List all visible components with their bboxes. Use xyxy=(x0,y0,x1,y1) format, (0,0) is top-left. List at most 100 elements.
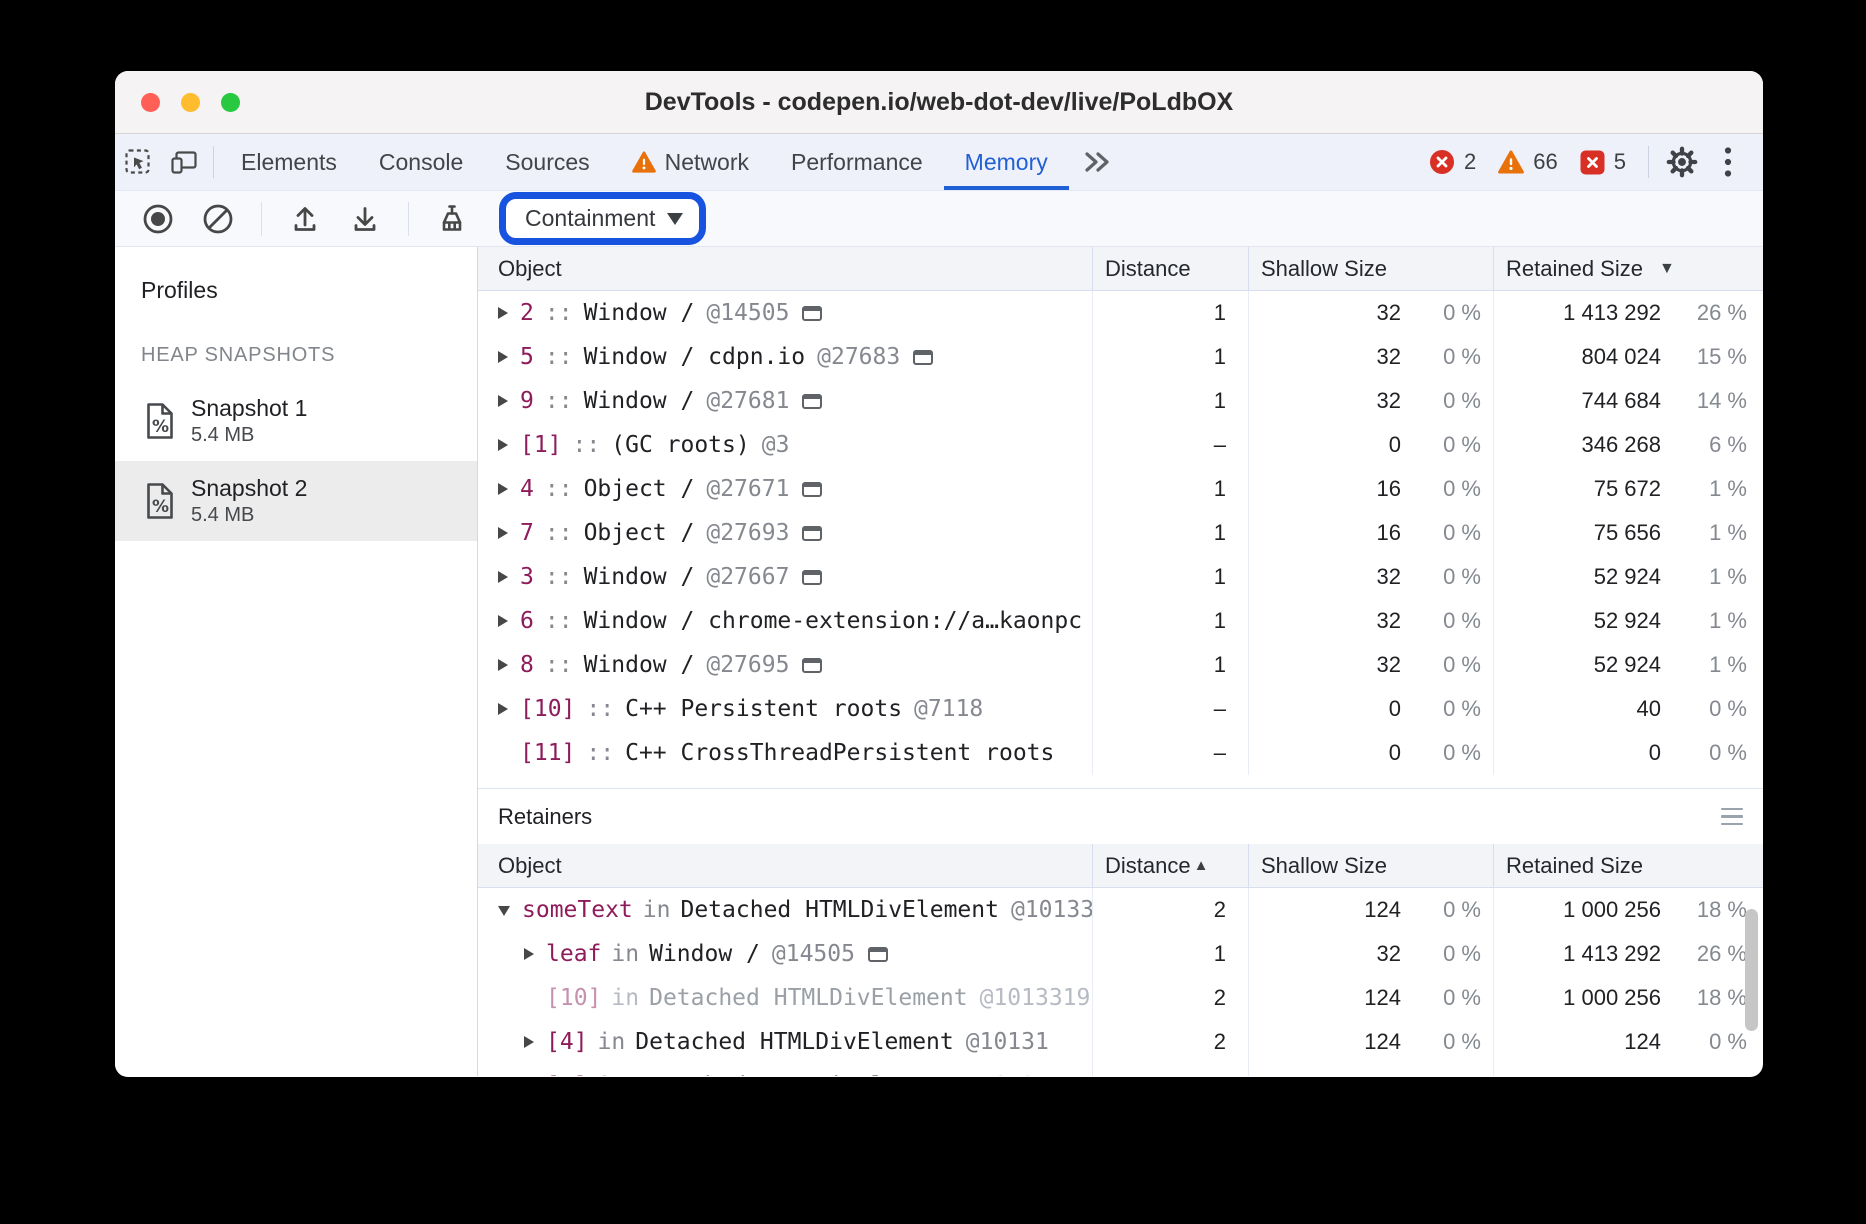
expand-icon[interactable] xyxy=(498,307,508,319)
window-icon[interactable] xyxy=(802,570,822,585)
distance-cell: 1 xyxy=(1092,932,1248,976)
shallow-bytes: 124 xyxy=(1249,985,1401,1011)
device-toolbar-button[interactable] xyxy=(161,134,207,190)
expand-icon[interactable] xyxy=(498,395,508,407)
table-row[interactable]: [4]inDetached HTMLDivElement@1013121240 … xyxy=(478,1020,1763,1064)
column-header-object[interactable]: Object xyxy=(478,247,1092,290)
close-window-button[interactable] xyxy=(141,93,160,112)
collapse-icon[interactable] xyxy=(498,906,510,916)
warning-badge[interactable]: 66 xyxy=(1498,149,1557,175)
table-row[interactable]: 2::Window /@145051320 %1 413 29226 % xyxy=(478,291,1763,335)
retained-percent: 0 % xyxy=(1661,1029,1763,1055)
table-row[interactable]: 6::Window / chrome-extension://a…kaonpc1… xyxy=(478,599,1763,643)
window-icon[interactable] xyxy=(802,482,822,497)
table-row[interactable]: [10]inDetached HTMLDivElement@1013319212… xyxy=(478,976,1763,1020)
tab-console[interactable]: Console xyxy=(358,134,484,190)
window-icon[interactable] xyxy=(913,350,933,365)
record-heap-snapshot-button[interactable] xyxy=(141,202,175,236)
zoom-window-button[interactable] xyxy=(221,93,240,112)
titlebar[interactable]: DevTools - codepen.io/web-dot-dev/live/P… xyxy=(115,71,1763,134)
sidebar-item-snapshot-2[interactable]: % Snapshot 2 5.4 MB xyxy=(115,461,477,541)
expand-icon[interactable] xyxy=(524,1036,534,1048)
tab-sources[interactable]: Sources xyxy=(484,134,610,190)
expand-icon[interactable] xyxy=(498,483,508,495)
column-header-shallow-size[interactable]: Shallow Size xyxy=(1248,247,1493,290)
object-name: [11] xyxy=(520,740,575,766)
column-header-distance[interactable]: Distance ▲ xyxy=(1092,844,1248,887)
column-header-shallow-size[interactable]: Shallow Size xyxy=(1248,844,1493,887)
expand-icon[interactable] xyxy=(498,527,508,539)
shallow-size-cell: 320 % xyxy=(1248,379,1493,423)
table-row[interactable]: 8::Window /@276951320 %52 9241 % xyxy=(478,643,1763,687)
table-row[interactable]: [1]::(GC roots)@3–00 %346 2686 % xyxy=(478,423,1763,467)
expand-icon[interactable] xyxy=(498,659,508,671)
column-header-retained-size[interactable]: Retained Size ▼ xyxy=(1493,247,1763,290)
snapshot-text: Snapshot 2 5.4 MB xyxy=(191,475,307,527)
expand-icon[interactable] xyxy=(498,615,508,627)
object-id: @14505 xyxy=(706,300,789,326)
inspect-element-button[interactable] xyxy=(115,134,161,190)
expand-icon[interactable] xyxy=(498,571,508,583)
tab-network[interactable]: Network xyxy=(611,134,770,190)
table-row[interactable]: someTextinDetached HTMLDivElement@101332… xyxy=(478,888,1763,932)
table-row[interactable]: [10]::C++ Persistent roots@7118–00 %400 … xyxy=(478,687,1763,731)
table-row[interactable]: 4::Object /@276711160 %75 6721 % xyxy=(478,467,1763,511)
distance-cell: 2 xyxy=(1092,888,1248,932)
column-label: Object xyxy=(498,853,562,879)
retained-percent: 26 % xyxy=(1661,300,1763,326)
devtools-window: DevTools - codepen.io/web-dot-dev/live/P… xyxy=(115,71,1763,1077)
retainers-menu-icon[interactable] xyxy=(1721,808,1743,826)
window-icon[interactable] xyxy=(802,658,822,673)
scrollbar-thumb[interactable] xyxy=(1745,909,1758,1031)
error-badge[interactable]: 2 xyxy=(1429,149,1476,175)
table-row[interactable]: 9::Window /@276811320 %744 68414 % xyxy=(478,379,1763,423)
expand-icon[interactable] xyxy=(498,351,508,363)
object-id: @14505 xyxy=(772,941,855,967)
table-row[interactable]: 7::Object /@276931160 %75 6561 % xyxy=(478,511,1763,555)
save-profile-button[interactable] xyxy=(348,202,382,236)
sidebar-item-snapshot-1[interactable]: % Snapshot 1 5.4 MB xyxy=(115,381,477,461)
column-header-object[interactable]: Object xyxy=(478,844,1092,887)
expand-icon[interactable] xyxy=(498,439,508,451)
table-row[interactable]: 5::Window / cdpn.io@276831320 %804 02415… xyxy=(478,335,1763,379)
svg-text:%: % xyxy=(152,417,169,437)
window-icon[interactable] xyxy=(802,394,822,409)
table-row[interactable]: 3::Window /@276671320 %52 9241 % xyxy=(478,555,1763,599)
object-cell: [1]inDetached HTMLDivElement@1013 xyxy=(478,1064,1092,1076)
minimize-window-button[interactable] xyxy=(181,93,200,112)
window-icon[interactable] xyxy=(802,526,822,541)
clear-profiles-button[interactable] xyxy=(201,202,235,236)
tab-memory[interactable]: Memory xyxy=(944,134,1069,190)
snapshot-size: 5.4 MB xyxy=(191,424,307,447)
more-tabs-button[interactable] xyxy=(1069,134,1125,190)
distance-cell: 1 xyxy=(1092,379,1248,423)
table-row[interactable]: leafinWindow /@145051320 %1 413 29226 % xyxy=(478,932,1763,976)
retained-size-cell: 00 % xyxy=(1493,731,1763,775)
object-name: 9 xyxy=(520,388,534,414)
table-row[interactable]: [11]::C++ CrossThreadPersistent roots–00… xyxy=(478,731,1763,775)
profiles-sidebar: Profiles HEAP SNAPSHOTS % Snapshot 1 5.4… xyxy=(115,247,478,1076)
window-icon[interactable] xyxy=(868,947,888,962)
shallow-bytes: 32 xyxy=(1249,300,1401,326)
perspective-select[interactable]: Containment xyxy=(499,192,706,245)
object-name: [1] xyxy=(546,1073,588,1076)
issues-badge[interactable]: 5 xyxy=(1580,149,1626,175)
more-options-button[interactable] xyxy=(1705,146,1751,178)
table-row[interactable]: [1]inDetached HTMLDivElement@1013 xyxy=(478,1064,1763,1076)
window-icon[interactable] xyxy=(802,306,822,321)
expand-icon[interactable] xyxy=(498,703,508,715)
tabbar-right-controls: 2 66 5 xyxy=(1407,134,1763,190)
column-header-retained-size[interactable]: Retained Size xyxy=(1493,844,1763,887)
column-header-distance[interactable]: Distance xyxy=(1092,247,1248,290)
expand-icon[interactable] xyxy=(524,948,534,960)
collect-garbage-button[interactable] xyxy=(435,202,469,236)
tab-performance[interactable]: Performance xyxy=(770,134,944,190)
settings-button[interactable] xyxy=(1659,146,1705,178)
tab-elements[interactable]: Elements xyxy=(220,134,358,190)
load-profile-button[interactable] xyxy=(288,202,322,236)
object-target: Window / xyxy=(649,941,760,967)
shallow-size-cell: 320 % xyxy=(1248,555,1493,599)
object-cell: [10]::C++ Persistent roots@7118 xyxy=(478,687,1092,731)
retained-bytes: 1 413 292 xyxy=(1494,941,1661,967)
distance-cell: 1 xyxy=(1092,643,1248,687)
